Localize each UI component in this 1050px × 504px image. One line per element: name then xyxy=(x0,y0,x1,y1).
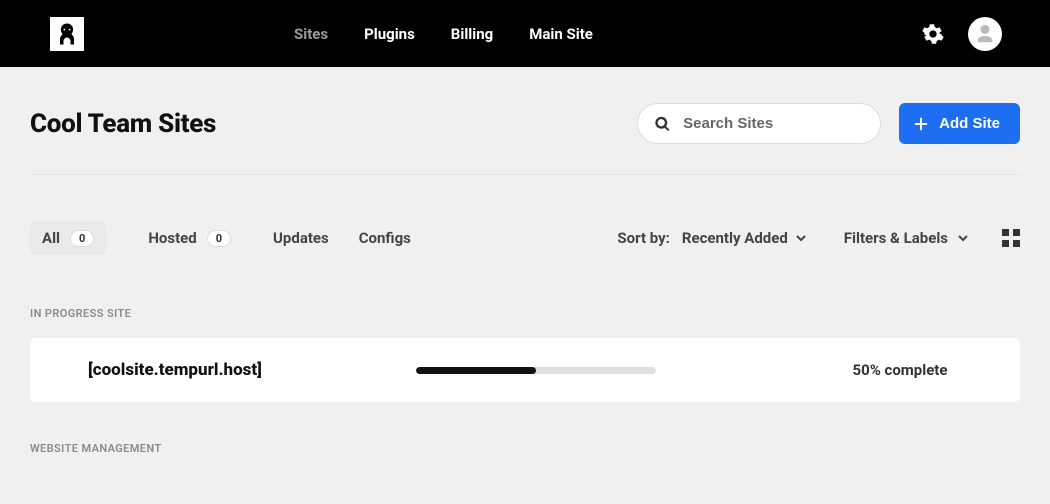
tab-all[interactable]: All 0 xyxy=(30,221,106,255)
user-avatar[interactable] xyxy=(968,17,1002,51)
search-wrap xyxy=(637,103,881,144)
sort-value: Recently Added xyxy=(682,229,788,247)
nav-billing[interactable]: Billing xyxy=(451,25,493,43)
divider xyxy=(30,174,1020,175)
title-row: Cool Team Sites Add Site xyxy=(30,103,1020,144)
filter-row: All 0 Hosted 0 Updates Configs Sort by: … xyxy=(30,221,1020,255)
progress-text: 50% complete xyxy=(810,361,990,379)
tab-configs[interactable]: Configs xyxy=(359,229,411,247)
search-icon xyxy=(655,116,670,131)
nav-plugins[interactable]: Plugins xyxy=(364,25,415,43)
gorilla-logo-icon xyxy=(53,20,81,48)
tab-label: Hosted xyxy=(148,229,196,247)
site-card[interactable]: [coolsite.tempurl.host] 50% complete xyxy=(30,338,1020,402)
tab-count: 0 xyxy=(207,230,231,247)
settings-icon[interactable] xyxy=(922,23,944,45)
tab-updates[interactable]: Updates xyxy=(273,229,329,247)
user-icon xyxy=(974,23,996,45)
section-management: WEBSITE MANAGEMENT xyxy=(30,442,1020,455)
tab-count: 0 xyxy=(70,230,94,247)
search-input[interactable] xyxy=(637,103,881,144)
sort-label: Sort by: xyxy=(617,229,670,247)
site-name: [coolsite.tempurl.host] xyxy=(88,360,262,380)
progress-wrap xyxy=(262,367,810,374)
plus-icon xyxy=(913,116,929,132)
nav-links: Sites Plugins Billing Main Site xyxy=(294,25,593,43)
section-in-progress: IN PROGRESS SITE xyxy=(30,307,1020,320)
grid-view-icon[interactable] xyxy=(1002,229,1020,247)
tab-hosted[interactable]: Hosted 0 xyxy=(136,221,243,255)
tab-label: All xyxy=(42,229,60,247)
filters-labels[interactable]: Filters & Labels xyxy=(844,229,968,247)
chevron-down-icon xyxy=(796,233,806,243)
add-site-button[interactable]: Add Site xyxy=(899,103,1020,144)
chevron-down-icon xyxy=(958,233,968,243)
nav-main-site[interactable]: Main Site xyxy=(529,25,593,43)
sort-by: Sort by: Recently Added xyxy=(617,229,805,247)
sort-select[interactable]: Recently Added xyxy=(682,229,806,247)
site-tabs: All 0 Hosted 0 Updates Configs xyxy=(30,221,411,255)
progress-fill xyxy=(416,367,536,374)
top-nav: Sites Plugins Billing Main Site xyxy=(0,0,1050,67)
logo[interactable] xyxy=(50,17,84,51)
page-title: Cool Team Sites xyxy=(30,109,216,139)
main-content: Cool Team Sites Add Site All 0 Hosted xyxy=(0,67,1050,485)
nav-sites[interactable]: Sites xyxy=(294,25,328,43)
progress-bar xyxy=(416,367,656,374)
filters-label: Filters & Labels xyxy=(844,229,948,247)
add-site-label: Add Site xyxy=(939,115,1000,132)
header-right xyxy=(922,17,1002,51)
